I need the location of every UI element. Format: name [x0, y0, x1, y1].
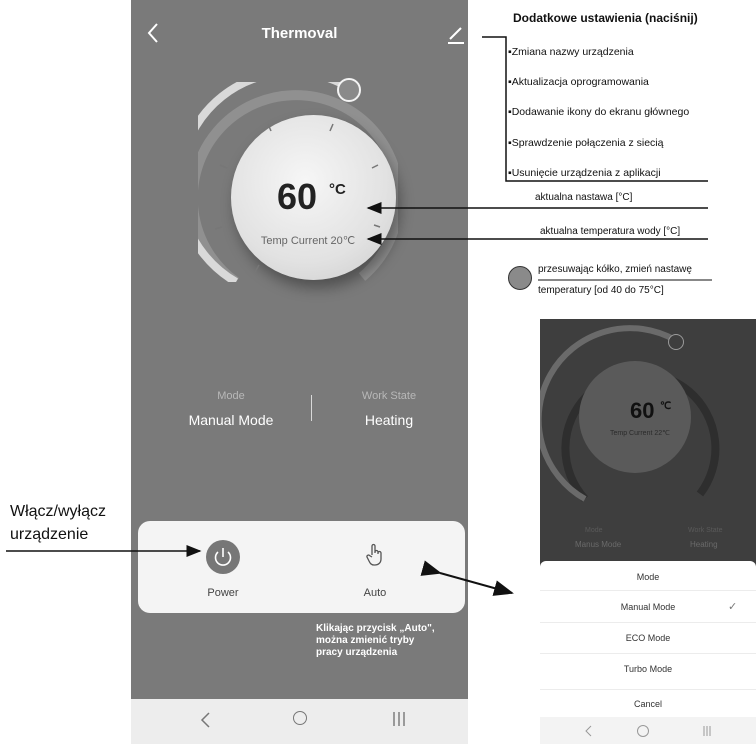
settings-item: ▪Zmiana nazwy urządzenia	[508, 46, 634, 58]
preview-current-temperature: Temp Current 22℃	[610, 430, 670, 437]
preview-mode-value: Manus Mode	[575, 540, 622, 549]
sheet-divider	[540, 653, 756, 654]
cancel-button[interactable]: Cancel	[540, 699, 756, 709]
water-temp-note: aktualna temperatura wody [°C]	[540, 226, 681, 237]
settings-item: ▪Aktualizacja oprogramowania	[508, 76, 649, 88]
settings-item: ▪Dodawanie ikony do ekranu głównego	[508, 106, 690, 118]
settings-item: ▪Usunięcie urządzenia z aplikacji	[508, 167, 661, 179]
mode-option-manual[interactable]: Manual Mode	[540, 602, 756, 612]
mode-sheet-title: Mode	[636, 572, 660, 582]
sheet-divider	[540, 622, 756, 623]
preview-setpoint-value: 60	[630, 398, 655, 423]
preview-setpoint-unit: ℃	[660, 401, 672, 412]
knob-note: przesuwając kółko, zmień nastawę	[538, 264, 692, 275]
knob-legend-circle	[508, 266, 532, 290]
sheet-divider	[540, 689, 756, 690]
preview-setpoint-knob[interactable]	[668, 334, 684, 350]
knob-note: temperatury [od 40 do 75°C]	[538, 285, 664, 296]
settings-title: Dodatkowe ustawienia (naciśnij)	[513, 11, 698, 25]
power-note: Włącz/wyłącz	[10, 503, 107, 520]
preview-work-state-label: Work State	[688, 527, 723, 534]
check-icon: ✓	[728, 601, 738, 613]
settings-item: ▪Sprawdzenie połączenia z siecią	[508, 137, 664, 149]
setpoint-note: aktualna nastawa [°C]	[535, 192, 633, 203]
preview-mode-label: Mode	[585, 527, 603, 534]
sheet-divider	[540, 590, 756, 591]
mode-option-turbo[interactable]: Turbo Mode	[540, 664, 756, 674]
preview-nav-home-icon[interactable]	[637, 725, 649, 737]
preview-nav-recent-icon[interactable]	[702, 725, 712, 737]
mode-option-eco[interactable]: ECO Mode	[540, 633, 756, 643]
preview-phone-screen: 60 ℃ Temp Current 22℃ Mode Manus Mode Wo…	[540, 319, 756, 744]
preview-nav-back-icon[interactable]	[584, 725, 594, 737]
preview-work-state-value: Heating	[690, 540, 718, 549]
power-note: urządzenie	[10, 526, 89, 543]
